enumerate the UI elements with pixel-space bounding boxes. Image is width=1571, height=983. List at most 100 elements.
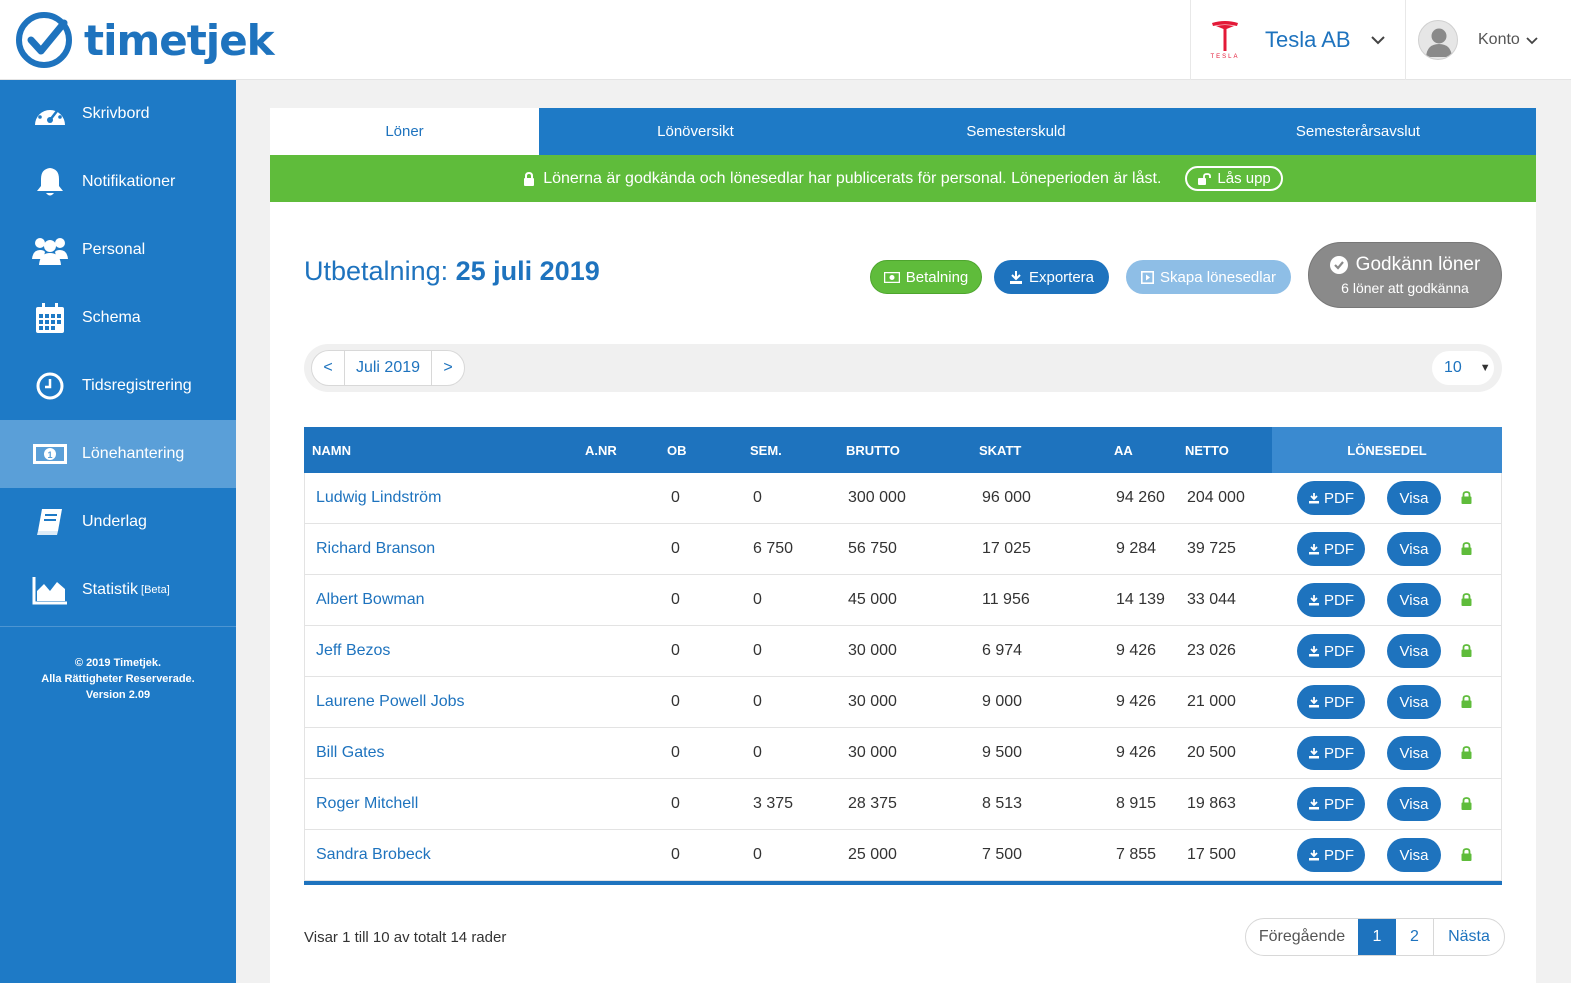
tax-value: 9 500 (982, 744, 1023, 761)
people-icon (32, 232, 68, 268)
col-name[interactable]: NAMN (312, 427, 351, 473)
col-brutto[interactable]: BRUTTO (846, 427, 900, 473)
copyright-text: © 2019 Timetjek. (74, 657, 162, 669)
next-month-button[interactable]: > (432, 351, 464, 385)
download-icon (1308, 645, 1320, 657)
account-menu[interactable]: Konto (1406, 0, 1571, 80)
payment-button[interactable]: Betalning (870, 260, 982, 294)
pdf-label: PDF (1324, 846, 1354, 864)
sidebar-item-tidsregistrering[interactable]: Tidsregistrering (0, 352, 236, 420)
prev-page-button[interactable]: Föregående (1246, 919, 1358, 955)
sidebar-item-label: Schema (82, 309, 141, 326)
sidebar-item-personal[interactable]: Personal (0, 216, 236, 284)
employee-name[interactable]: Bill Gates (316, 728, 384, 778)
prev-month-button[interactable]: < (312, 351, 344, 385)
approve-payroll-button[interactable]: Godkänn löner 6 löner att godkänna (1308, 242, 1502, 308)
view-label: Visa (1399, 591, 1429, 609)
unlock-button[interactable]: Lås upp (1185, 166, 1283, 191)
sidebar-divider (0, 626, 236, 627)
view-payslip-button[interactable]: Visa (1387, 532, 1441, 566)
pdf-label: PDF (1324, 744, 1354, 762)
avatar (1418, 20, 1458, 60)
page-title: Utbetalning: 25 juli 2019 (304, 256, 600, 287)
employee-name[interactable]: Jeff Bezos (316, 626, 390, 676)
sidebar-item-label: Skrivbord (82, 105, 150, 122)
rows-summary: Visar 1 till 10 av totalt 14 rader (304, 929, 507, 946)
pdf-label: PDF (1324, 489, 1354, 507)
export-button[interactable]: Exportera (994, 260, 1109, 294)
tax-value: 6 974 (982, 642, 1023, 659)
employee-name[interactable]: Albert Bowman (316, 575, 425, 625)
chevron-down-icon (1370, 32, 1385, 48)
lock-icon (1461, 593, 1472, 611)
company-switcher[interactable]: TESLA Tesla AB (1190, 0, 1406, 80)
net-value: 19 863 (1187, 795, 1236, 812)
col-ob[interactable]: OB (667, 427, 687, 473)
table-body: Ludwig Lindström 0 0 300 000 96 000 94 260 204… (304, 473, 1502, 881)
employee-name[interactable]: Roger Mitchell (316, 779, 418, 829)
view-payslip-button[interactable]: Visa (1387, 634, 1441, 668)
employee-name[interactable]: Laurene Powell Jobs (316, 677, 465, 727)
aa-value: 94 260 (1116, 489, 1165, 506)
sidebar-item-schema[interactable]: Schema (0, 284, 236, 352)
net-value: 20 500 (1187, 744, 1236, 761)
net-value: 39 725 (1187, 540, 1236, 557)
page-1-button[interactable]: 1 (1358, 919, 1396, 955)
view-payslip-button[interactable]: Visa (1387, 736, 1441, 770)
col-sem[interactable]: SEM. (750, 427, 782, 473)
sidebar-item-statistik[interactable]: Statistik [Beta] (0, 556, 236, 624)
pdf-button[interactable]: PDF (1297, 583, 1365, 617)
employee-name[interactable]: Ludwig Lindström (316, 473, 441, 523)
gross-value: 300 000 (848, 489, 906, 506)
gross-value: 30 000 (848, 744, 897, 761)
next-page-button[interactable]: Nästa (1434, 919, 1504, 955)
view-payslip-button[interactable]: Visa (1387, 583, 1441, 617)
view-payslip-button[interactable]: Visa (1387, 838, 1441, 872)
download-icon (1308, 849, 1320, 861)
employee-name[interactable]: Richard Branson (316, 524, 435, 574)
pdf-button[interactable]: PDF (1297, 838, 1365, 872)
company-logo: TESLA (1197, 20, 1253, 60)
sidebar-item-notifikationer[interactable]: Notifikationer (0, 148, 236, 216)
pdf-button[interactable]: PDF (1297, 736, 1365, 770)
download-icon (1009, 270, 1023, 284)
tab-semesterskuld[interactable]: Semesterskuld (852, 108, 1180, 155)
pdf-button[interactable]: PDF (1297, 787, 1365, 821)
col-anr[interactable]: A.NR (585, 427, 617, 473)
sidebar-item-lonehantering[interactable]: 1 Lönehantering (0, 420, 236, 488)
sidebar-item-underlag[interactable]: Underlag (0, 488, 236, 556)
view-payslip-button[interactable]: Visa (1387, 685, 1441, 719)
app-logo[interactable]: timetjek (14, 8, 275, 72)
tab-semesterarsavslut[interactable]: Semesterårsavslut (1180, 108, 1536, 155)
sidebar-item-label: Tidsregistrering (82, 377, 192, 394)
view-payslip-button[interactable]: Visa (1387, 481, 1441, 515)
aa-value: 14 139 (1116, 591, 1165, 608)
pdf-button[interactable]: PDF (1297, 532, 1365, 566)
view-label: Visa (1399, 642, 1429, 660)
page-2-button[interactable]: 2 (1396, 919, 1434, 955)
tab-lonoversikt[interactable]: Lönöversikt (539, 108, 852, 155)
aa-value: 8 915 (1116, 795, 1157, 812)
col-aa[interactable]: AA (1114, 427, 1133, 473)
sem-value: 0 (753, 693, 762, 710)
col-skatt[interactable]: SKATT (979, 427, 1021, 473)
col-netto[interactable]: NETTO (1185, 427, 1229, 473)
rows-per-page-select[interactable]: 10 ▼ (1432, 351, 1494, 385)
view-payslip-button[interactable]: Visa (1387, 787, 1441, 821)
pdf-button[interactable]: PDF (1297, 481, 1365, 515)
book-icon (32, 504, 68, 540)
employee-name[interactable]: Sandra Brobeck (316, 830, 431, 880)
beta-badge: [Beta] (141, 584, 170, 596)
pdf-button[interactable]: PDF (1297, 634, 1365, 668)
download-icon (1308, 492, 1320, 504)
aa-value: 9 426 (1116, 744, 1157, 761)
sem-value: 0 (753, 591, 762, 608)
caret-down-icon: ▼ (1479, 362, 1491, 374)
pdf-button[interactable]: PDF (1297, 685, 1365, 719)
tab-loner[interactable]: Löner (270, 108, 539, 155)
download-icon (1308, 798, 1320, 810)
sidebar-item-skrivbord[interactable]: Skrivbord (0, 80, 236, 148)
create-payslips-button[interactable]: Skapa lönesedlar (1126, 260, 1291, 294)
month-label[interactable]: Juli 2019 (344, 351, 432, 385)
view-label: Visa (1399, 795, 1429, 813)
